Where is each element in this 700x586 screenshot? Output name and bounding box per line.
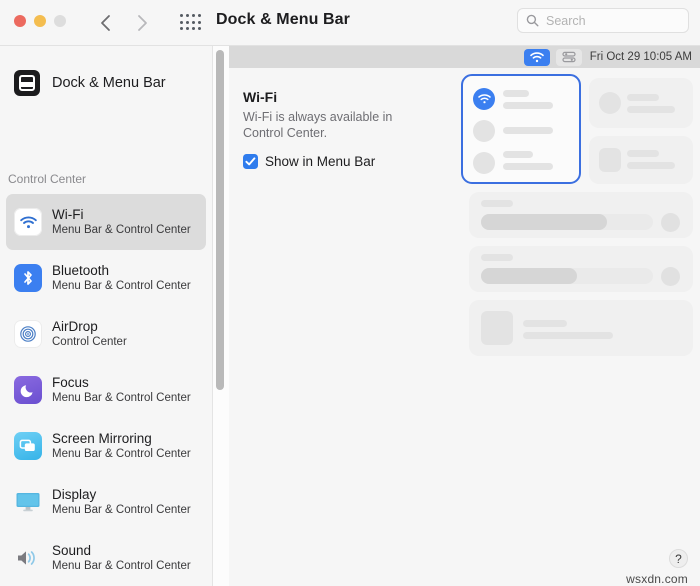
placeholder-bar xyxy=(627,106,675,113)
checkmark-icon xyxy=(245,157,256,166)
title-bar: Dock & Menu Bar xyxy=(0,0,700,46)
sidebar-item-display[interactable]: Display Menu Bar & Control Center xyxy=(6,474,206,530)
screen-mirroring-icon xyxy=(14,432,42,460)
placeholder-circle xyxy=(473,152,495,174)
placeholder-bar xyxy=(481,200,513,207)
placeholder-square xyxy=(599,148,621,172)
placeholder-circle xyxy=(473,120,495,142)
sidebar-item-label: Wi-Fi xyxy=(52,206,84,222)
placeholder-bar xyxy=(481,254,513,261)
show-in-menu-bar-label: Show in Menu Bar xyxy=(265,154,376,169)
placeholder-bar xyxy=(627,150,659,157)
wifi-icon xyxy=(473,88,495,110)
slider-fill xyxy=(481,268,577,284)
close-window-button[interactable] xyxy=(14,15,26,27)
sound-speaker-icon xyxy=(14,544,42,572)
menu-bar-control-center-item[interactable] xyxy=(555,48,582,66)
control-center-slider-card[interactable] xyxy=(469,192,693,238)
forward-button[interactable] xyxy=(131,10,153,36)
minimize-window-button[interactable] xyxy=(34,15,46,27)
placeholder-bar xyxy=(503,102,553,109)
sidebar-app-header: Dock & Menu Bar xyxy=(14,70,166,96)
sidebar-item-label: Focus xyxy=(52,374,89,390)
sidebar-item-label: Bluetooth xyxy=(52,262,110,278)
watermark: wsxdn.com xyxy=(626,572,688,586)
focus-moon-icon xyxy=(14,376,42,404)
placeholder-bar xyxy=(503,151,533,158)
sidebar: Dock & Menu Bar Control Center Wi-Fi Men… xyxy=(0,46,212,586)
sidebar-item-label: Display xyxy=(52,486,97,502)
control-center-card[interactable] xyxy=(589,136,693,184)
sidebar-item-sublabel: Control Center xyxy=(52,335,127,348)
airdrop-icon xyxy=(14,320,42,348)
back-button[interactable] xyxy=(95,10,117,36)
slider-fill xyxy=(481,214,607,230)
sidebar-scrollbar-thumb[interactable] xyxy=(216,50,224,390)
control-center-toggles-card[interactable] xyxy=(461,74,581,184)
sidebar-item-sublabel: Menu Bar & Control Center xyxy=(52,503,191,516)
menu-bar-wifi-item[interactable] xyxy=(523,48,550,66)
control-center-slider-card[interactable] xyxy=(469,246,693,292)
detail-description: Wi-Fi is always available in Control Cen… xyxy=(243,110,393,140)
chevron-right-icon xyxy=(138,15,147,31)
control-center-card[interactable] xyxy=(589,78,693,128)
menu-bar-clock: Fri Oct 29 10:05 AM xyxy=(589,51,692,63)
bluetooth-icon xyxy=(14,264,42,292)
display-icon xyxy=(14,488,42,516)
sidebar-item-sound[interactable]: Sound Menu Bar & Control Center xyxy=(6,530,206,586)
placeholder-artwork xyxy=(481,311,513,345)
sidebar-item-screen-mirroring[interactable]: Screen Mirroring Menu Bar & Control Cent… xyxy=(6,418,206,474)
slider-knob[interactable] xyxy=(661,213,680,232)
show-in-menu-bar-checkbox[interactable] xyxy=(243,154,258,169)
placeholder-bar xyxy=(503,90,529,97)
sidebar-item-sublabel: Menu Bar & Control Center xyxy=(52,391,191,404)
sidebar-item-sublabel: Menu Bar & Control Center xyxy=(52,279,191,292)
page-title: Dock & Menu Bar xyxy=(216,11,350,28)
search-input[interactable] xyxy=(546,13,676,28)
placeholder-bar xyxy=(523,320,567,327)
show-all-preferences-icon[interactable] xyxy=(180,14,202,32)
control-center-icon xyxy=(562,51,576,63)
placeholder-bar xyxy=(503,163,553,170)
navigation-arrows xyxy=(95,10,153,36)
sidebar-section-label: Control Center xyxy=(8,172,87,186)
sidebar-item-label: AirDrop xyxy=(52,318,98,334)
placeholder-bar xyxy=(627,162,675,169)
detail-pane: Fri Oct 29 10:05 AM Wi-Fi Wi-Fi is alway… xyxy=(229,46,700,586)
chevron-left-icon xyxy=(101,15,110,31)
control-center-now-playing-card[interactable] xyxy=(469,300,693,356)
search-icon xyxy=(526,14,539,27)
sidebar-app-title: Dock & Menu Bar xyxy=(52,75,166,91)
sidebar-item-airdrop[interactable]: AirDrop Control Center xyxy=(6,306,206,362)
search-field[interactable] xyxy=(517,8,689,33)
sidebar-item-sublabel: Menu Bar & Control Center xyxy=(52,223,191,236)
placeholder-bar xyxy=(627,94,659,101)
wifi-icon xyxy=(14,208,42,236)
sidebar-scrollbar[interactable] xyxy=(216,50,224,390)
dock-menu-bar-icon xyxy=(14,70,40,96)
slider-knob[interactable] xyxy=(661,267,680,286)
sidebar-item-label: Sound xyxy=(52,542,92,558)
placeholder-bar xyxy=(503,127,553,134)
wifi-icon xyxy=(529,51,544,62)
placeholder-circle xyxy=(599,92,621,114)
sidebar-item-focus[interactable]: Focus Menu Bar & Control Center xyxy=(6,362,206,418)
traffic-lights xyxy=(14,15,66,27)
help-button[interactable]: ? xyxy=(669,549,688,568)
system-preferences-window: Dock & Menu Bar Dock & Menu Bar Control … xyxy=(0,0,700,586)
sidebar-item-list: Wi-Fi Menu Bar & Control Center Bluetoot… xyxy=(0,194,212,586)
sidebar-item-label: Screen Mirroring xyxy=(52,430,152,446)
menu-bar-preview: Fri Oct 29 10:05 AM xyxy=(229,46,700,68)
detail-title: Wi-Fi xyxy=(243,89,278,105)
placeholder-bar xyxy=(523,332,613,339)
show-in-menu-bar-checkbox-row[interactable]: Show in Menu Bar xyxy=(243,154,375,169)
sidebar-item-bluetooth[interactable]: Bluetooth Menu Bar & Control Center xyxy=(6,250,206,306)
zoom-window-button[interactable] xyxy=(54,15,66,27)
sidebar-item-wifi[interactable]: Wi-Fi Menu Bar & Control Center xyxy=(6,194,206,250)
control-center-preview xyxy=(461,74,693,414)
sidebar-item-sublabel: Menu Bar & Control Center xyxy=(52,559,191,572)
sidebar-item-sublabel: Menu Bar & Control Center xyxy=(52,447,191,460)
